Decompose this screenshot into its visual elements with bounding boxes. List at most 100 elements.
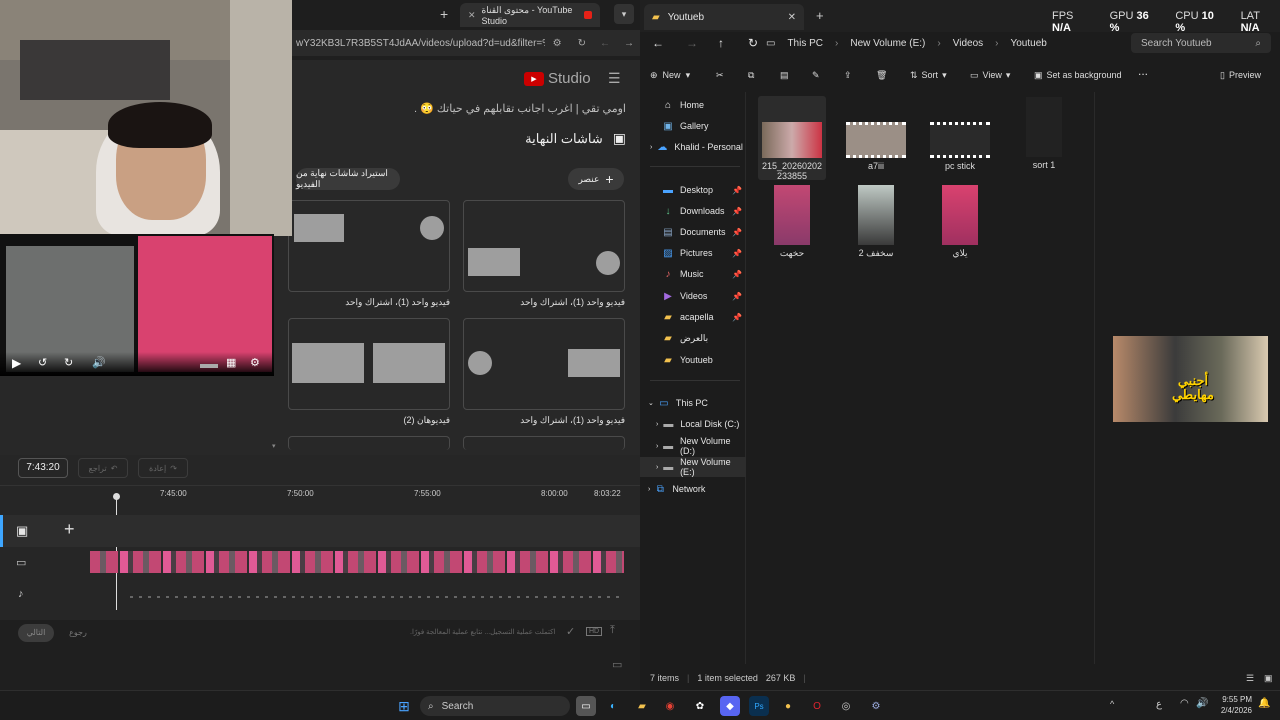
volume-icon[interactable]: 🔊 [1196,698,1208,709]
up-arrow-icon[interactable]: ↑ [718,36,724,50]
opera-icon[interactable]: O [807,696,827,716]
view-button[interactable]: ▭ View ▾ [970,70,1010,81]
nav-music[interactable]: ♪ Music 📌 [640,264,746,284]
file-item[interactable]: a7iii [834,122,918,171]
playhead-handle[interactable] [113,493,120,500]
time-display[interactable]: 7:43:20 [18,458,68,478]
add-endscreen-plus-icon[interactable]: + [64,519,75,540]
file-item[interactable]: يلاي [918,185,1002,259]
search-input[interactable]: Search Youtueb ⌕ [1131,33,1271,53]
back-arrow-icon[interactable]: → [624,38,634,49]
recorder-icon[interactable]: ◎ [836,696,856,716]
forward-arrow-icon[interactable]: → [686,36,698,50]
template-card-6[interactable] [463,436,625,450]
template-card-3[interactable] [288,318,450,410]
forward-10-icon[interactable]: ↻ [64,356,73,369]
clock[interactable]: 9:55 PM 2/4/2026 [1212,694,1252,716]
chrome-icon[interactable]: ◉ [660,696,680,716]
file-item[interactable]: sort 1 [1002,97,1086,170]
nav-pictures[interactable]: ▨ Pictures 📌 [640,243,746,263]
tiles-view-icon[interactable]: ▣ [1264,673,1273,684]
new-tab-icon[interactable]: + [440,6,448,22]
reload-icon[interactable]: ↻ [578,38,586,49]
nav-disk-c[interactable]: › ▬ Local Disk (C:) [640,414,746,434]
video-clip-strip[interactable] [90,551,624,573]
address-bar[interactable]: wY32KB3L7R3B5ST4JdAA/videos/upload?d=ud&… [290,30,640,56]
preview-button[interactable]: ▯ Preview [1220,70,1261,81]
nav-disk-e[interactable]: › ▬ New Volume (E:) [640,457,746,477]
windows-start-icon[interactable]: ⊞ [394,696,414,716]
settings-gear-icon[interactable]: ⚙ [250,356,260,369]
tab-youtube-studio[interactable]: ✕ محتوى القناة - YouTube Studio [460,3,600,27]
template-card-5[interactable] [288,436,450,450]
tab-list-chevron-icon[interactable]: ▾ [614,4,634,24]
rename-icon[interactable]: ✎ [812,70,820,81]
nav-videos[interactable]: ▶ Videos 📌 [640,286,746,306]
nav-gallery[interactable]: ▣ Gallery [640,116,746,136]
breadcrumb-item[interactable]: New Volume (E:) [850,38,925,49]
steam-icon[interactable]: ⚙ [866,696,886,716]
volume-icon[interactable]: 🔊 [92,356,106,369]
page-settings-icon[interactable]: ⚙ [553,38,562,49]
tab-close-icon[interactable]: ✕ [468,10,476,21]
share-icon[interactable]: ⇪ [844,70,852,81]
tab-close-icon[interactable]: ✕ [788,12,796,23]
delete-icon[interactable]: 🗑 [876,70,887,81]
template-card-4[interactable] [463,318,625,410]
taskbar-search[interactable]: ⌕ Search [420,696,570,716]
photoshop-icon[interactable]: Ps [749,696,769,716]
tray-chevron-icon[interactable]: ^ [1110,699,1114,709]
nav-onedrive[interactable]: › ☁ Khalid - Personal [640,137,746,157]
nav-this-pc[interactable]: ⌄ ▭ This PC [640,393,746,413]
keyboard-language[interactable]: ع [1156,699,1162,710]
nav-bil3ard[interactable]: ▰ بالعرض [640,328,746,348]
explorer-tab[interactable]: ▰ Youtueb ✕ [644,4,804,30]
hamburger-menu-icon[interactable]: ☰ [608,70,621,87]
file-explorer-icon[interactable]: ▰ [632,696,652,716]
breadcrumb[interactable]: ▭ This PC › New Volume (E:) › Videos › Yout… [766,33,1126,53]
nav-disk-d[interactable]: › ▬ New Volume (D:) [640,436,746,456]
app-icon[interactable]: ● [778,696,798,716]
breadcrumb-item[interactable]: Youtueb [1010,38,1046,49]
discord-icon[interactable]: ◆ [720,696,740,716]
rewind-10-icon[interactable]: ↺ [38,356,47,369]
new-tab-icon[interactable]: + [816,8,824,23]
file-item[interactable]: حخهت [750,185,834,259]
undo-button[interactable]: تراجع ↶ [78,458,128,478]
copy-icon[interactable]: ⧉ [748,70,754,81]
set-background-button[interactable]: ▣ Set as background [1034,70,1122,81]
paste-icon[interactable]: ▤ [780,70,789,81]
new-button[interactable]: ⊕ New ▾ [650,70,690,81]
file-item[interactable]: 215_20260202233855 [750,122,834,181]
template-card-2[interactable] [463,200,625,292]
file-item[interactable]: pc stick [918,122,1002,171]
chatgpt-icon[interactable]: ✿ [690,696,710,716]
video-preview-player[interactable]: ▶ ↺ ↻ 🔊 ▦ ⚙ [0,234,274,376]
scroll-down-icon[interactable]: ▾ [272,442,276,450]
refresh-icon[interactable]: ↻ [748,36,758,50]
back-arrow-icon[interactable]: ← [652,36,664,50]
grid-icon[interactable]: ▦ [226,356,236,369]
nav-home[interactable]: ⌂ Home [640,95,746,115]
cut-icon[interactable]: ✂ [716,70,724,81]
studio-logo[interactable]: ▶ Studio [524,70,591,87]
add-element-button[interactable]: عنصر + [568,168,624,190]
more-options-icon[interactable]: ... [1138,64,1148,78]
feedback-icon[interactable]: ▭ [612,658,622,671]
notification-bell-icon[interactable]: 🔔 [1258,698,1270,709]
nav-downloads[interactable]: ↓ Downloads 📌 [640,201,746,221]
details-view-icon[interactable]: ☰ [1246,673,1254,684]
redo-button[interactable]: إعادة ↷ [138,458,188,478]
nav-network[interactable]: › ⧉ Network [640,479,746,499]
wifi-icon[interactable]: ◠ [1180,698,1189,709]
breadcrumb-item[interactable]: This PC [787,38,823,49]
nav-youtueb[interactable]: ▰ Youtueb [640,350,746,370]
breadcrumb-item[interactable]: Videos [953,38,983,49]
sort-button[interactable]: ⇅ Sort ▾ [910,70,947,81]
next-button[interactable]: التالي [18,624,54,642]
back-button[interactable]: رجوع [60,624,96,642]
subtitles-icon[interactable] [200,364,218,368]
edge-icon[interactable]: ◐ [603,696,623,716]
nav-acapella[interactable]: ▰ acapella 📌 [640,307,746,327]
forward-arrow-icon[interactable]: ← [600,38,610,49]
